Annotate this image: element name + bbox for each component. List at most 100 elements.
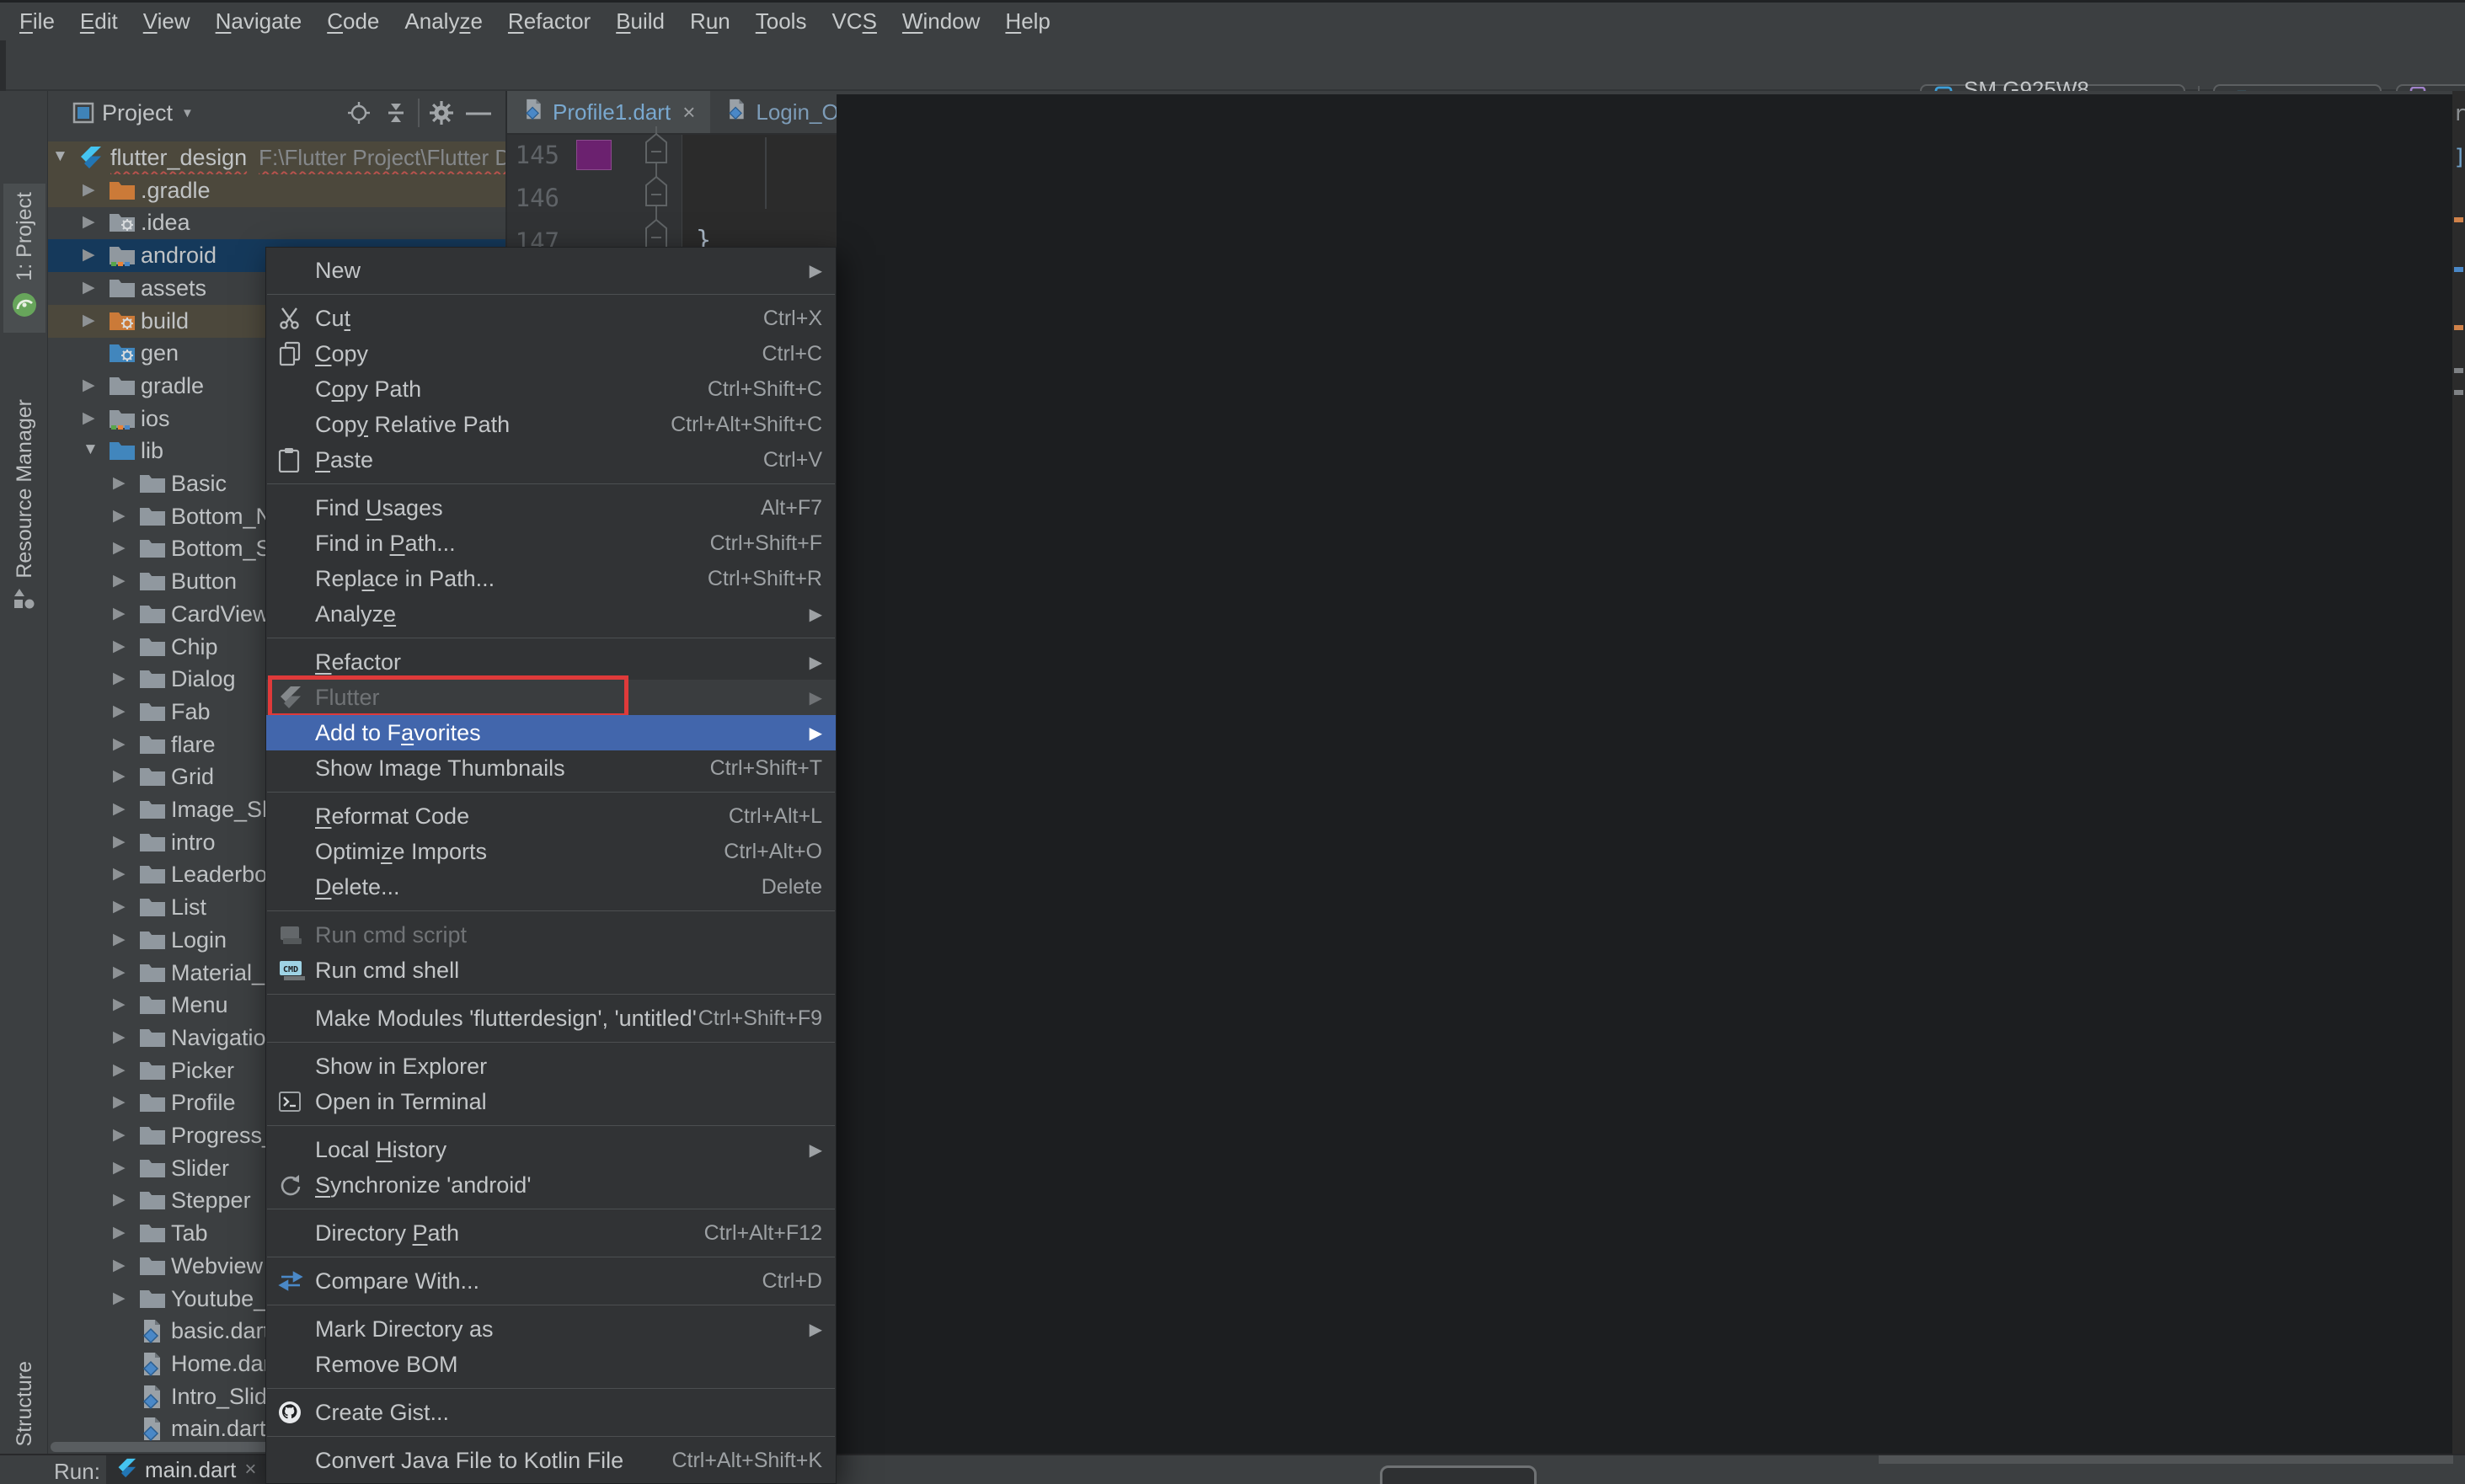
expand-arrow-icon[interactable]: ▶ <box>113 473 126 493</box>
menu-item-copy-relative-path[interactable]: Copy Relative PathCtrl+Alt+Shift+C <box>266 407 836 442</box>
menu-view[interactable]: View <box>131 8 203 35</box>
menu-code[interactable]: Code <box>314 8 392 35</box>
submenu-arrow-icon: ▶ <box>810 1319 822 1340</box>
expand-arrow-icon[interactable]: ▶ <box>83 408 95 428</box>
menu-analyze[interactable]: Analyze <box>392 8 495 35</box>
menu-item-compare-with[interactable]: Compare With...Ctrl+D <box>266 1263 836 1299</box>
tree-item-idea[interactable]: ▶.idea <box>48 206 505 239</box>
partial-button[interactable] <box>1380 1465 1537 1484</box>
gear-icon[interactable] <box>423 96 460 130</box>
expand-arrow-icon[interactable]: ▶ <box>113 571 126 590</box>
menu-build[interactable]: Build <box>603 8 677 35</box>
tab-profile1-dart[interactable]: Profile1.dart× <box>507 91 710 133</box>
expand-arrow-icon[interactable]: ▶ <box>113 1125 126 1145</box>
hide-panel-icon[interactable]: — <box>460 96 497 130</box>
expand-arrow-icon[interactable]: ▶ <box>113 702 126 721</box>
editor-scroll-stripe[interactable]: r ] <box>2452 91 2465 1454</box>
menu-item-analyze[interactable]: Analyze▶ <box>266 596 836 632</box>
menu-item-show-image-thumbnails[interactable]: Show Image ThumbnailsCtrl+Shift+T <box>266 750 836 786</box>
collapse-all-icon[interactable] <box>377 96 414 130</box>
menu-item-convert-java-file-to-kotlin-file[interactable]: Convert Java File to Kotlin FileCtrl+Alt… <box>266 1443 836 1478</box>
expand-arrow-icon[interactable]: ▶ <box>113 1092 126 1112</box>
expand-arrow-icon[interactable]: ▶ <box>83 311 95 330</box>
menu-item-make-modules-flutterdesign-untitled[interactable]: Make Modules 'flutterdesign', 'untitled'… <box>266 1001 836 1036</box>
menu-run[interactable]: Run <box>677 8 743 35</box>
menu-item-directory-path[interactable]: Directory PathCtrl+Alt+F12 <box>266 1215 836 1251</box>
menu-item-run-cmd-shell[interactable]: CMDRun cmd shell <box>266 953 836 988</box>
menu-item-new[interactable]: New▶ <box>266 253 836 288</box>
expand-arrow-icon[interactable]: ▶ <box>83 376 95 395</box>
expand-arrow-icon[interactable]: ▶ <box>83 212 95 232</box>
close-icon[interactable]: × <box>682 99 695 125</box>
expand-arrow-icon[interactable]: ▶ <box>83 278 95 297</box>
color-preview-swatch[interactable] <box>576 140 612 170</box>
menu-item-cut[interactable]: CutCtrl+X <box>266 301 836 336</box>
bottom-scrollbar[interactable] <box>1879 1455 2453 1464</box>
expand-arrow-icon[interactable]: ▶ <box>113 637 126 656</box>
expand-arrow-icon[interactable]: ▶ <box>113 766 126 786</box>
expand-arrow-icon[interactable]: ▶ <box>113 538 126 558</box>
expand-arrow-icon[interactable]: ▶ <box>113 1060 126 1080</box>
expand-arrow-icon[interactable]: ▶ <box>113 995 126 1014</box>
fold-marker-icon[interactable] <box>640 131 672 165</box>
tool-stripe-1-project[interactable]: 1: Project <box>3 184 45 333</box>
menu-item-paste[interactable]: PasteCtrl+V <box>266 442 836 478</box>
expand-arrow-icon[interactable]: ▶ <box>113 1158 126 1177</box>
close-icon[interactable]: × <box>244 1458 256 1481</box>
expand-arrow-icon[interactable]: ▶ <box>83 245 95 264</box>
tool-stripe-resource-manager[interactable]: Resource Manager <box>3 391 45 625</box>
menu-item-add-to-favorites[interactable]: Add to Favorites▶ <box>266 715 836 750</box>
expand-arrow-icon[interactable]: ▶ <box>113 963 126 982</box>
menu-help[interactable]: Help <box>992 8 1062 35</box>
menu-item-find-usages[interactable]: Find UsagesAlt+F7 <box>266 490 836 526</box>
expand-arrow-icon[interactable]: ▶ <box>113 864 126 883</box>
collapse-arrow-icon[interactable]: ▼ <box>52 147 68 166</box>
menu-item-optimize-imports[interactable]: Optimize ImportsCtrl+Alt+O <box>266 834 836 869</box>
menu-item-copy[interactable]: CopyCtrl+C <box>266 336 836 371</box>
menu-item-copy-path[interactable]: Copy PathCtrl+Shift+C <box>266 371 836 407</box>
menu-item-delete[interactable]: Delete...Delete <box>266 869 836 905</box>
expand-arrow-icon[interactable]: ▶ <box>113 1223 126 1242</box>
menu-navigate[interactable]: Navigate <box>203 8 315 35</box>
tree-item-gradle[interactable]: ▶ .gradle <box>48 174 505 207</box>
menu-window[interactable]: Window <box>890 8 992 35</box>
expand-arrow-icon[interactable]: ▶ <box>83 180 95 200</box>
menu-tools[interactable]: Tools <box>743 8 820 35</box>
menu-item-synchronize-android[interactable]: Synchronize 'android' <box>266 1167 836 1203</box>
run-tab[interactable]: main.dart × <box>106 1455 281 1484</box>
expand-arrow-icon[interactable]: ▶ <box>113 604 126 623</box>
menu-item-mark-directory-as[interactable]: Mark Directory as▶ <box>266 1311 836 1347</box>
fold-marker-icon[interactable] <box>640 174 672 208</box>
menu-item-find-in-path[interactable]: Find in Path...Ctrl+Shift+F <box>266 526 836 561</box>
menu-refactor[interactable]: Refactor <box>495 8 603 35</box>
menu-item-remove-bom[interactable]: Remove BOM <box>266 1347 836 1382</box>
menu-item-local-history[interactable]: Local History▶ <box>266 1132 836 1167</box>
menu-item-show-in-explorer[interactable]: Show in Explorer <box>266 1049 836 1084</box>
project-panel-title[interactable]: Project <box>102 100 173 126</box>
expand-arrow-icon[interactable]: ▶ <box>113 1289 126 1308</box>
menu-item-create-gist[interactable]: Create Gist... <box>266 1395 836 1430</box>
fold-marker-icon[interactable] <box>640 217 672 251</box>
menu-item-reformat-code[interactable]: Reformat CodeCtrl+Alt+L <box>266 798 836 834</box>
expand-arrow-icon[interactable]: ▶ <box>113 930 126 949</box>
expand-arrow-icon[interactable]: ▶ <box>113 1190 126 1209</box>
expand-arrow-icon[interactable]: ▶ <box>113 1028 126 1047</box>
tree-item-label: .gradle <box>141 178 211 204</box>
code-fragment: r <box>2453 101 2465 126</box>
expand-arrow-icon[interactable]: ▶ <box>113 832 126 851</box>
expand-arrow-icon[interactable]: ▶ <box>113 734 126 754</box>
expand-arrow-icon[interactable]: ▶ <box>113 799 126 819</box>
menu-vcs[interactable]: VCS <box>819 8 889 35</box>
menu-edit[interactable]: Edit <box>67 8 131 35</box>
menu-file[interactable]: File <box>7 8 67 35</box>
menu-item-replace-in-path[interactable]: Replace in Path...Ctrl+Shift+R <box>266 561 836 596</box>
locate-icon[interactable] <box>340 96 377 130</box>
menu-item-open-in-terminal[interactable]: Open in Terminal <box>266 1084 836 1119</box>
expand-arrow-icon[interactable]: ▶ <box>113 669 126 688</box>
expand-arrow-icon[interactable]: ▶ <box>113 897 126 916</box>
tree-item-flutter-design[interactable]: ▼flutter_designF:\Flutter Project\Flutte… <box>48 141 505 174</box>
expand-arrow-icon[interactable]: ▶ <box>113 506 126 526</box>
menu-item-refactor[interactable]: Refactor▶ <box>266 644 836 680</box>
expand-arrow-icon[interactable]: ▶ <box>113 1256 126 1275</box>
collapse-arrow-icon[interactable]: ▼ <box>83 440 99 459</box>
